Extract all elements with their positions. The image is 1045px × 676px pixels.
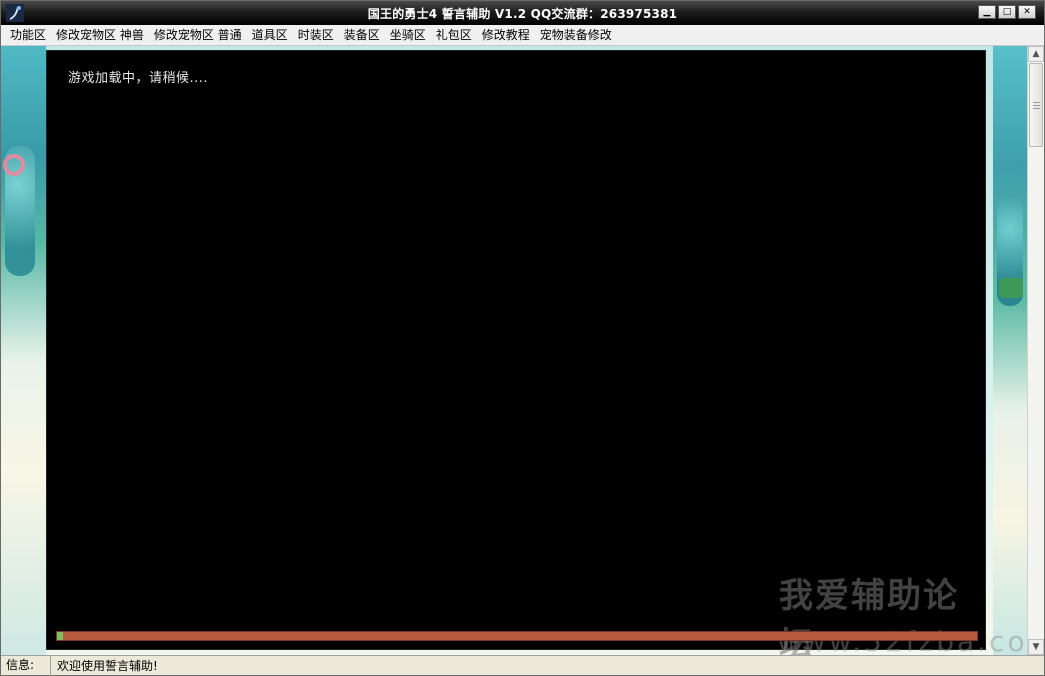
menu-fashion-area[interactable]: 时装区 — [293, 25, 339, 46]
close-button[interactable]: ✕ — [1018, 5, 1036, 19]
right-ornament — [999, 278, 1023, 298]
chevron-up-icon: ▲ — [1032, 49, 1040, 59]
status-bar: 信息: 欢迎使用誓言辅助! — [1, 655, 1044, 676]
menu-pet-divine[interactable]: 修改宠物区 神兽 — [51, 25, 149, 46]
window-controls: ▁ □ ✕ — [978, 5, 1036, 19]
status-message: 欢迎使用誓言辅助! — [57, 659, 158, 673]
window-title: 国王的勇士4 誓言辅助 V1.2 QQ交流群：263975381 — [367, 7, 678, 21]
scroll-grip-line — [1033, 105, 1040, 106]
maximize-button[interactable]: □ — [998, 5, 1016, 19]
scroll-grip-line — [1033, 108, 1040, 109]
scroll-thumb[interactable] — [1029, 63, 1043, 147]
scroll-up-button[interactable]: ▲ — [1028, 46, 1044, 62]
menu-bar: 功能区 修改宠物区 神兽 修改宠物区 普通 道具区 时装区 装备区 坐骑区 礼包… — [1, 25, 1044, 46]
app-window: 国王的勇士4 誓言辅助 V1.2 QQ交流群：263975381 ▁ □ ✕ 功… — [0, 0, 1045, 676]
left-ornament — [3, 154, 25, 176]
game-screen[interactable]: 游戏加载中，请稍候.... 我爱辅助论坛 www.52fzba.com — [46, 50, 1027, 655]
menu-gift-area[interactable]: 礼包区 — [431, 25, 477, 46]
scroll-grip-line — [1033, 102, 1040, 103]
status-label: 信息: — [1, 655, 51, 676]
menu-equipment-area[interactable]: 装备区 — [339, 25, 385, 46]
menu-pet-normal[interactable]: 修改宠物区 普通 — [149, 25, 247, 46]
content-area: 游戏加载中，请稍候.... 我爱辅助论坛 www.52fzba.com — [1, 46, 1027, 655]
right-decorative-panel — [993, 46, 1027, 655]
minimize-button[interactable]: ▁ — [978, 5, 996, 19]
title-bar[interactable]: 国王的勇士4 誓言辅助 V1.2 QQ交流群：263975381 ▁ □ ✕ — [1, 1, 1044, 25]
menu-mount-area[interactable]: 坐骑区 — [385, 25, 431, 46]
loading-progress-fill — [57, 632, 63, 640]
menu-pet-equipment[interactable]: 宠物装备修改 — [535, 25, 617, 46]
chevron-down-icon: ▼ — [1032, 642, 1040, 652]
scroll-down-button[interactable]: ▼ — [1028, 639, 1044, 655]
loading-progress-bar — [56, 631, 978, 641]
menu-items-area[interactable]: 道具区 — [247, 25, 293, 46]
menu-function-area[interactable]: 功能区 — [5, 25, 51, 46]
vertical-scrollbar[interactable]: ▲ ▼ — [1027, 46, 1044, 655]
menu-tutorial[interactable]: 修改教程 — [477, 25, 535, 46]
left-decorative-panel — [1, 46, 46, 655]
loading-text: 游戏加载中，请稍候.... — [68, 71, 209, 86]
